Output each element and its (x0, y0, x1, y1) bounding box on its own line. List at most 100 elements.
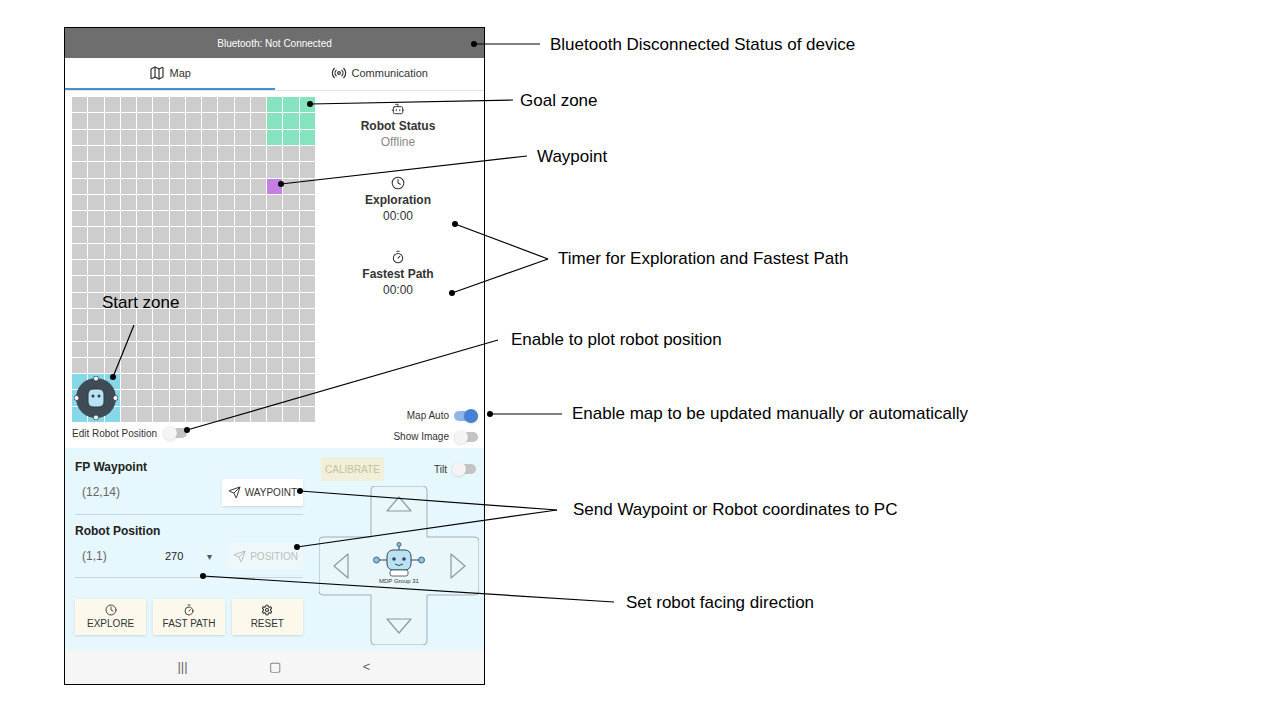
free-cell[interactable] (235, 227, 250, 242)
free-cell[interactable] (251, 325, 266, 340)
free-cell[interactable] (283, 227, 298, 242)
free-cell[interactable] (202, 293, 217, 308)
free-cell[interactable] (105, 146, 120, 161)
free-cell[interactable] (121, 342, 136, 357)
free-cell[interactable] (251, 146, 266, 161)
free-cell[interactable] (121, 113, 136, 128)
free-cell[interactable] (72, 358, 87, 373)
edit-robot-position-toggle[interactable] (163, 426, 187, 440)
free-cell[interactable] (137, 244, 152, 259)
free-cell[interactable] (72, 113, 87, 128)
free-cell[interactable] (267, 195, 282, 210)
free-cell[interactable] (170, 130, 185, 145)
free-cell[interactable] (267, 407, 282, 422)
action-button[interactable]: EXPLORE (75, 599, 146, 635)
free-cell[interactable] (186, 358, 201, 373)
free-cell[interactable] (137, 211, 152, 226)
free-cell[interactable] (170, 276, 185, 291)
free-cell[interactable] (170, 179, 185, 194)
free-cell[interactable] (105, 244, 120, 259)
free-cell[interactable] (251, 374, 266, 389)
free-cell[interactable] (88, 325, 103, 340)
free-cell[interactable] (153, 130, 168, 145)
free-cell[interactable] (202, 113, 217, 128)
free-cell[interactable] (202, 130, 217, 145)
free-cell[interactable] (153, 358, 168, 373)
free-cell[interactable] (105, 211, 120, 226)
free-cell[interactable] (153, 325, 168, 340)
free-cell[interactable] (186, 195, 201, 210)
free-cell[interactable] (72, 244, 87, 259)
free-cell[interactable] (300, 195, 315, 210)
free-cell[interactable] (88, 358, 103, 373)
free-cell[interactable] (121, 358, 136, 373)
free-cell[interactable] (186, 179, 201, 194)
free-cell[interactable] (235, 309, 250, 324)
free-cell[interactable] (283, 211, 298, 226)
free-cell[interactable] (121, 244, 136, 259)
free-cell[interactable] (218, 276, 233, 291)
free-cell[interactable] (72, 211, 87, 226)
free-cell[interactable] (170, 407, 185, 422)
free-cell[interactable] (202, 358, 217, 373)
free-cell[interactable] (88, 130, 103, 145)
free-cell[interactable] (300, 390, 315, 405)
free-cell[interactable] (186, 130, 201, 145)
free-cell[interactable] (170, 113, 185, 128)
free-cell[interactable] (283, 244, 298, 259)
show-image-toggle[interactable] (454, 430, 478, 444)
free-cell[interactable] (121, 227, 136, 242)
free-cell[interactable] (300, 227, 315, 242)
free-cell[interactable] (267, 146, 282, 161)
free-cell[interactable] (153, 276, 168, 291)
free-cell[interactable] (251, 244, 266, 259)
free-cell[interactable] (251, 407, 266, 422)
free-cell[interactable] (186, 260, 201, 275)
free-cell[interactable] (300, 374, 315, 389)
free-cell[interactable] (186, 276, 201, 291)
free-cell[interactable] (235, 260, 250, 275)
free-cell[interactable] (137, 374, 152, 389)
free-cell[interactable] (153, 162, 168, 177)
up-button[interactable] (385, 494, 413, 514)
free-cell[interactable] (170, 162, 185, 177)
free-cell[interactable] (218, 130, 233, 145)
free-cell[interactable] (267, 325, 282, 340)
free-cell[interactable] (88, 276, 103, 291)
free-cell[interactable] (170, 325, 185, 340)
free-cell[interactable] (283, 195, 298, 210)
free-cell[interactable] (186, 407, 201, 422)
free-cell[interactable] (88, 211, 103, 226)
free-cell[interactable] (72, 309, 87, 324)
free-cell[interactable] (72, 260, 87, 275)
free-cell[interactable] (218, 97, 233, 112)
free-cell[interactable] (202, 195, 217, 210)
free-cell[interactable] (300, 293, 315, 308)
free-cell[interactable] (235, 244, 250, 259)
free-cell[interactable] (202, 342, 217, 357)
free-cell[interactable] (153, 113, 168, 128)
free-cell[interactable] (251, 97, 266, 112)
down-button[interactable] (385, 616, 413, 636)
free-cell[interactable] (251, 195, 266, 210)
free-cell[interactable] (251, 309, 266, 324)
free-cell[interactable] (105, 227, 120, 242)
free-cell[interactable] (283, 358, 298, 373)
free-cell[interactable] (202, 179, 217, 194)
goal-cell[interactable] (300, 130, 315, 145)
free-cell[interactable] (202, 325, 217, 340)
free-cell[interactable] (153, 195, 168, 210)
free-cell[interactable] (72, 130, 87, 145)
free-cell[interactable] (137, 162, 152, 177)
free-cell[interactable] (251, 276, 266, 291)
free-cell[interactable] (186, 342, 201, 357)
free-cell[interactable] (72, 293, 87, 308)
free-cell[interactable] (186, 97, 201, 112)
free-cell[interactable] (121, 374, 136, 389)
free-cell[interactable] (267, 276, 282, 291)
free-cell[interactable] (137, 179, 152, 194)
free-cell[interactable] (153, 342, 168, 357)
free-cell[interactable] (300, 325, 315, 340)
free-cell[interactable] (137, 227, 152, 242)
robot-marker[interactable] (72, 373, 121, 422)
